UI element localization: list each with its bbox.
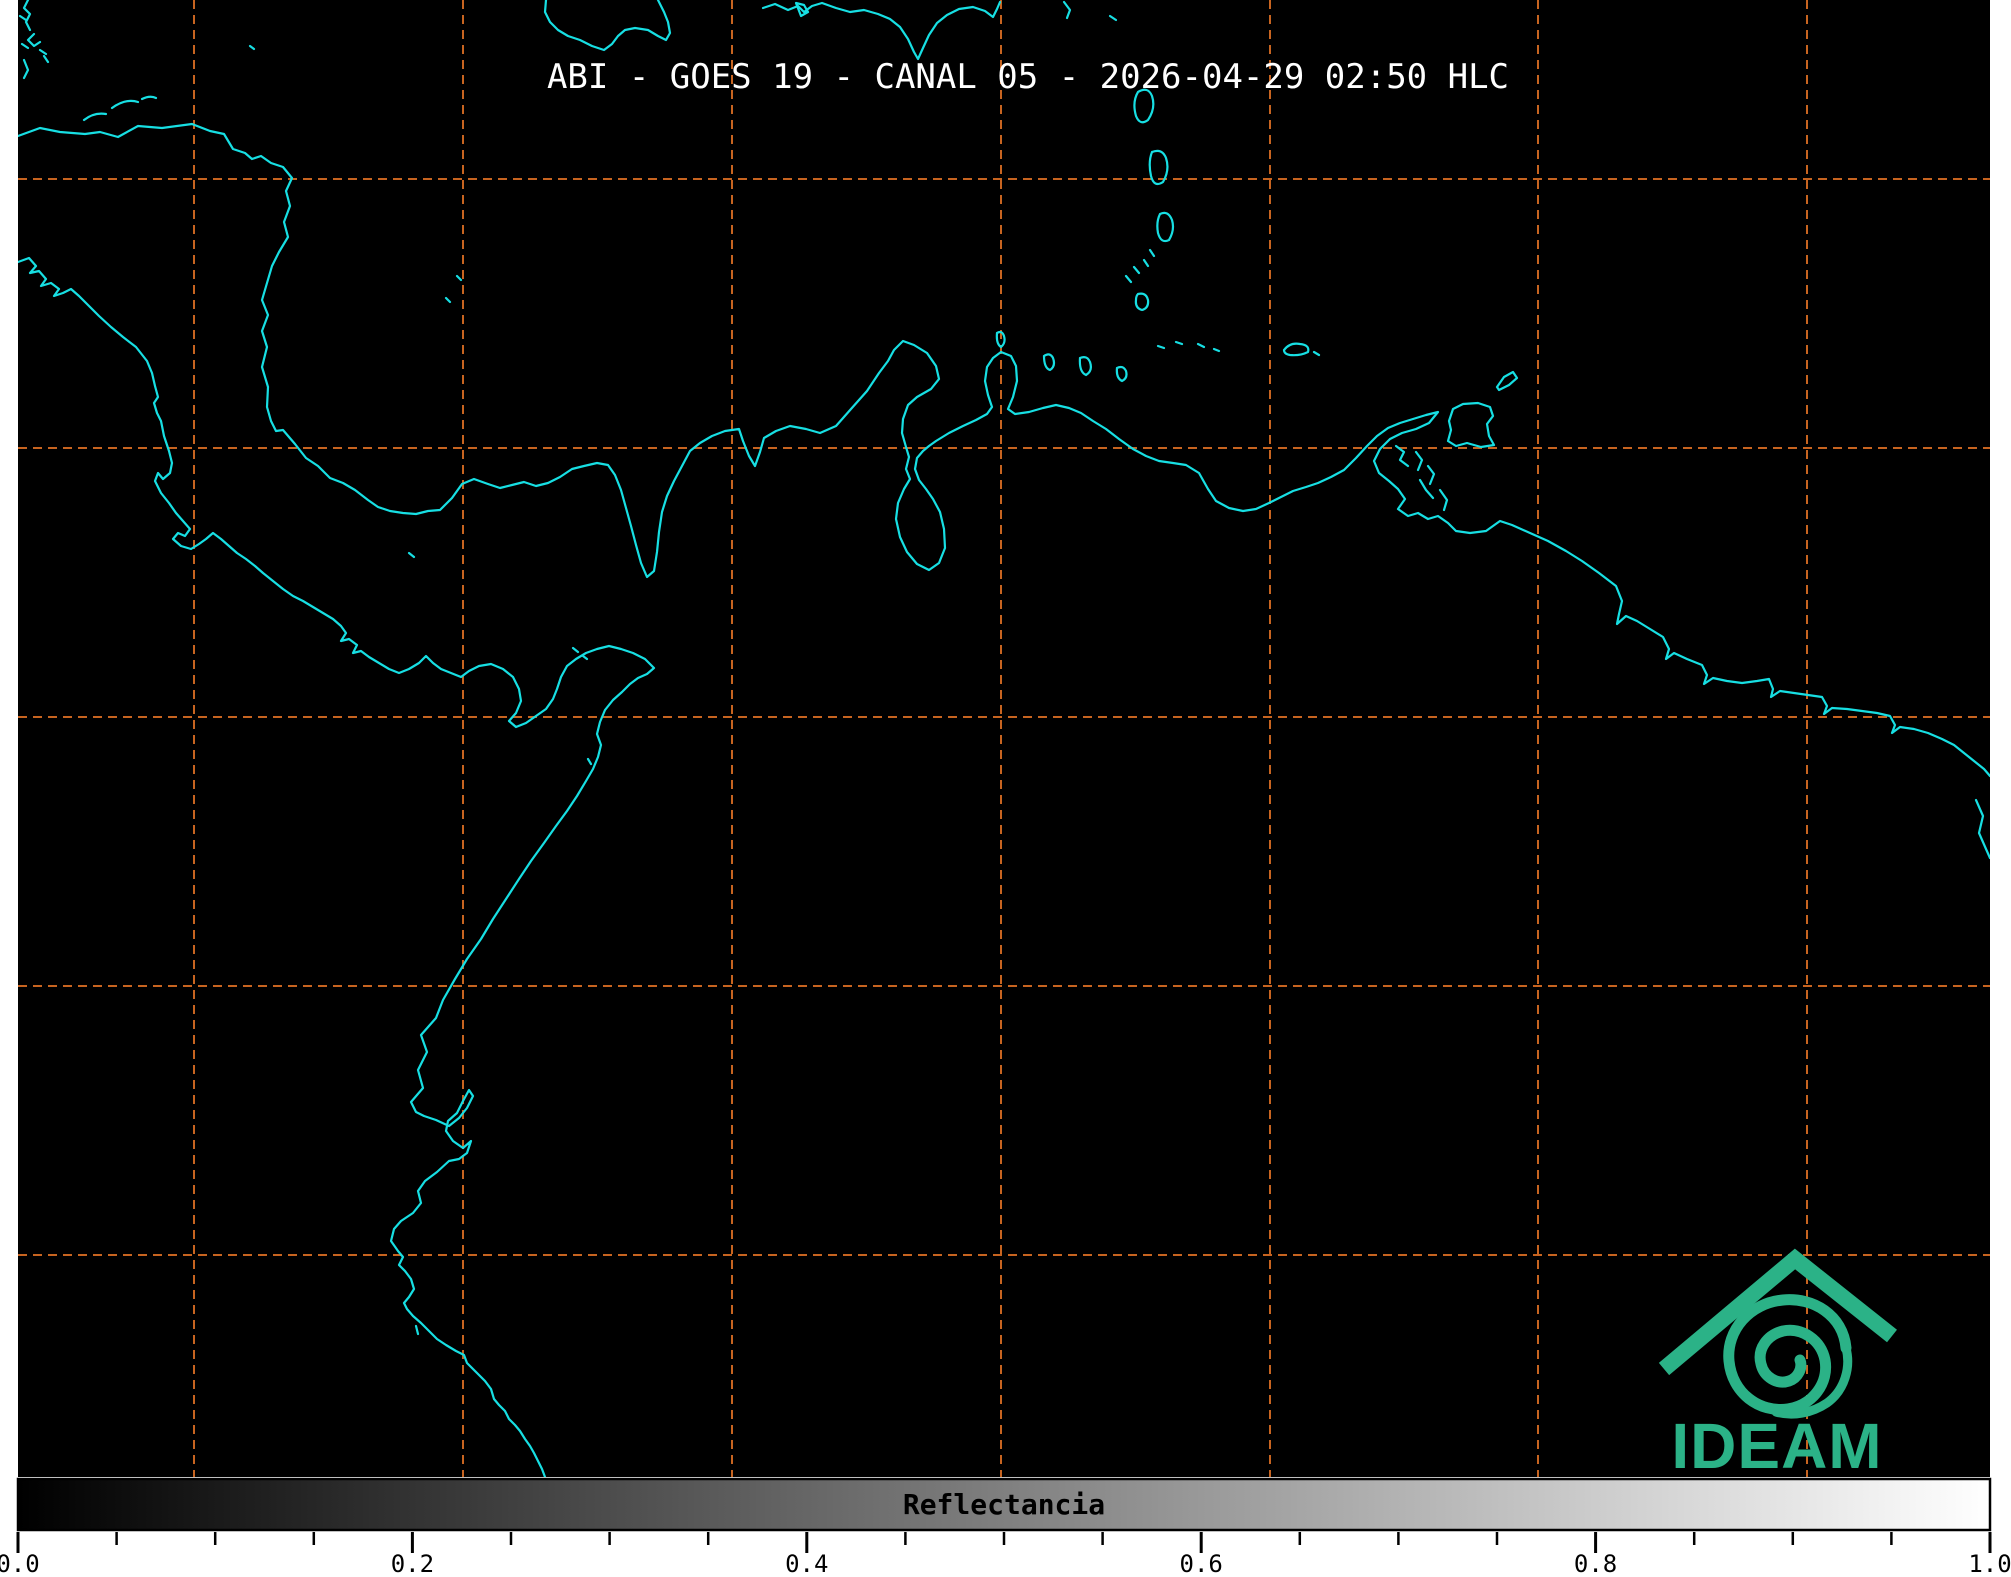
satellite-image-viewport: ABI - GOES 19 - CANAL 05 - 2026-04-29 02… [0,0,2011,1577]
colorbar-tick-label: 0.4 [785,1550,828,1577]
colorbar-title: Reflectancia [903,1488,1105,1521]
reflectance-colorbar: Reflectancia 0.0 0.2 0.4 0.6 0.8 1.0 [0,1477,2011,1577]
colorbar-axis-ticks: 0.0 0.2 0.4 0.6 0.8 1.0 [0,1532,2011,1577]
map-background [18,0,1990,1477]
image-title: ABI - GOES 19 - CANAL 05 - 2026-04-29 02… [547,57,1509,97]
colorbar-tick-label: 1.0 [1968,1550,2011,1577]
logo-wordmark: IDEAM [1671,1410,1882,1482]
colorbar-tick-label: 0.0 [0,1550,40,1577]
colorbar-tick-label: 0.6 [1180,1550,1223,1577]
goes-satellite-map: ABI - GOES 19 - CANAL 05 - 2026-04-29 02… [0,0,2011,1577]
colorbar-tick-label: 0.8 [1574,1550,1617,1577]
colorbar-tick-label: 0.2 [391,1550,434,1577]
